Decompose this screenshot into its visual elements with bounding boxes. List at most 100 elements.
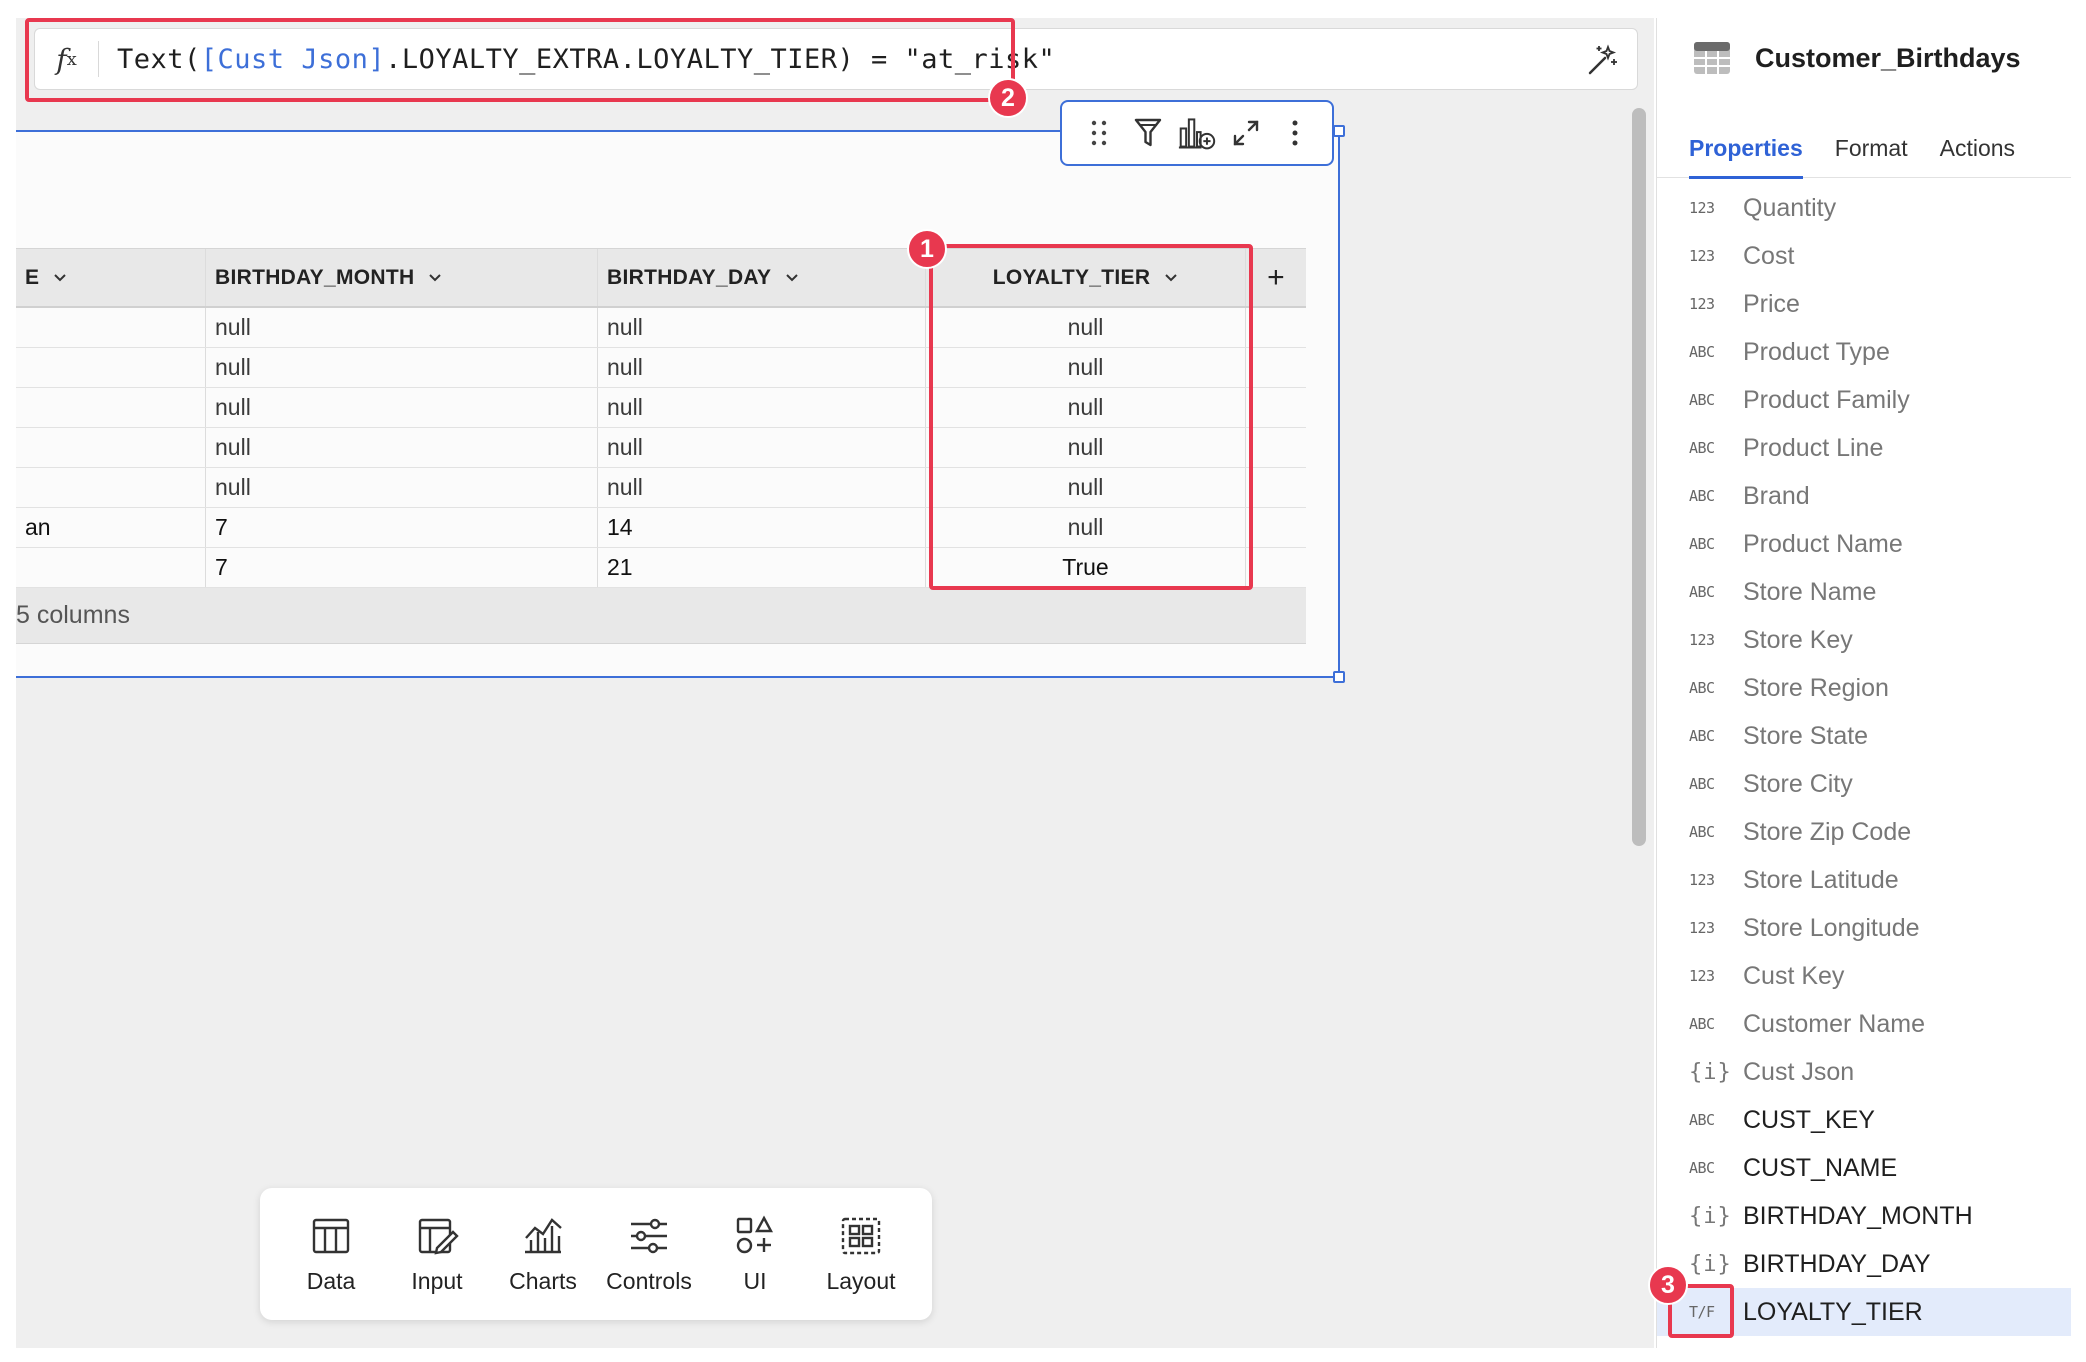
column-list-item[interactable]: ABC CUST_NAME xyxy=(1657,1144,2071,1192)
table-cell[interactable]: null xyxy=(598,468,926,507)
table-cell[interactable]: an xyxy=(16,508,206,547)
column-list-item[interactable]: 123 Store Latitude xyxy=(1657,856,2071,904)
add-chart-icon[interactable] xyxy=(1178,114,1216,152)
table-cell[interactable]: 21 xyxy=(598,548,926,587)
chevron-down-icon[interactable] xyxy=(785,273,799,283)
table-cell[interactable] xyxy=(1246,428,1306,467)
resize-handle-top-right[interactable] xyxy=(1333,125,1345,137)
column-header-loyalty-tier[interactable]: LOYALTY_TIER xyxy=(926,249,1246,306)
tab-actions[interactable]: Actions xyxy=(1940,118,2015,178)
dock-item-input[interactable]: Input xyxy=(387,1214,487,1295)
column-list-item[interactable]: ABC CUST_KEY xyxy=(1657,1096,2071,1144)
expand-icon[interactable] xyxy=(1227,114,1265,152)
column-list-item[interactable]: 123 Cost xyxy=(1657,232,2071,280)
table-cell[interactable]: null xyxy=(598,308,926,347)
column-list-item[interactable]: ABC Product Line xyxy=(1657,424,2071,472)
formula-bar[interactable]: fx Text([Cust Json].LOYALTY_EXTRA.LOYALT… xyxy=(34,28,1638,90)
table-cell[interactable]: null xyxy=(206,348,598,387)
column-list-item[interactable]: ABC Store Region xyxy=(1657,664,2071,712)
table-cell[interactable]: null xyxy=(926,348,1246,387)
dock-item-charts[interactable]: Charts xyxy=(493,1214,593,1295)
column-list-item[interactable]: ABC Product Name xyxy=(1657,520,2071,568)
column-header-birthday-day[interactable]: BIRTHDAY_DAY xyxy=(598,249,926,306)
table-row[interactable]: null null null xyxy=(16,348,1306,388)
column-list-item[interactable]: 123 Price xyxy=(1657,280,2071,328)
column-header-birthday-month[interactable]: BIRTHDAY_MONTH xyxy=(206,249,598,306)
table-cell[interactable] xyxy=(16,428,206,467)
column-list-item[interactable]: 123 Store Longitude xyxy=(1657,904,2071,952)
column-list-item[interactable]: ABC Store City xyxy=(1657,760,2071,808)
magic-wand-icon[interactable] xyxy=(1585,43,1619,77)
table-row[interactable]: 7 21 True xyxy=(16,548,1306,588)
table-cell[interactable] xyxy=(16,548,206,587)
column-list-item[interactable]: {i} Cust Json xyxy=(1657,1048,2071,1096)
formula-input[interactable]: Text([Cust Json].LOYALTY_EXTRA.LOYALTY_T… xyxy=(117,44,1055,75)
table-cell[interactable]: null xyxy=(206,468,598,507)
column-list-item[interactable]: 123 Store Key xyxy=(1657,616,2071,664)
table-cell[interactable]: 7 xyxy=(206,508,598,547)
table-row[interactable]: null null null xyxy=(16,428,1306,468)
table-cell[interactable]: null xyxy=(926,388,1246,427)
drag-handle-icon[interactable] xyxy=(1080,114,1118,152)
table-cell[interactable]: True xyxy=(926,548,1246,587)
column-list-item[interactable]: ABC Store Name xyxy=(1657,568,2071,616)
column-list-item[interactable]: ABC Product Type xyxy=(1657,328,2071,376)
canvas-scrollbar-thumb[interactable] xyxy=(1632,108,1646,846)
tab-format[interactable]: Format xyxy=(1835,118,1908,178)
column-list-item[interactable]: T/F LOYALTY_TIER xyxy=(1657,1288,2071,1336)
table-cell[interactable] xyxy=(1246,348,1306,387)
column-list-item[interactable]: 123 Quantity xyxy=(1657,184,2071,232)
table-row[interactable]: null null null xyxy=(16,468,1306,508)
column-list-item[interactable]: ABC Store Zip Code xyxy=(1657,808,2071,856)
chevron-down-icon[interactable] xyxy=(428,273,442,283)
table-cell[interactable] xyxy=(1246,308,1306,347)
dock-item-data[interactable]: Data xyxy=(281,1214,381,1295)
table-cell[interactable]: null xyxy=(598,428,926,467)
column-list-item[interactable]: {i} BIRTHDAY_DAY xyxy=(1657,1240,2071,1288)
column-header[interactable]: E xyxy=(16,249,206,306)
table-cell[interactable]: null xyxy=(926,468,1246,507)
table-cell[interactable]: null xyxy=(926,308,1246,347)
table-row[interactable]: an 7 14 null xyxy=(16,508,1306,548)
filter-icon[interactable] xyxy=(1129,114,1167,152)
table-row[interactable]: null null null xyxy=(16,388,1306,428)
column-list-item[interactable]: ABC Store State xyxy=(1657,712,2071,760)
column-list-item[interactable]: ABC Customer Name xyxy=(1657,1000,2071,1048)
dock-item-ui[interactable]: UI xyxy=(705,1214,805,1295)
table-cell[interactable]: null xyxy=(598,388,926,427)
table-cell[interactable]: null xyxy=(598,348,926,387)
table-cell[interactable]: null xyxy=(926,428,1246,467)
resize-handle-bottom-right[interactable] xyxy=(1333,671,1345,683)
table-cell[interactable] xyxy=(1246,388,1306,427)
table-cell[interactable]: 14 xyxy=(598,508,926,547)
add-column-button[interactable]: + xyxy=(1246,249,1306,306)
column-type-badge: {i} xyxy=(1689,1203,1732,1229)
column-list-item[interactable]: ABC Brand xyxy=(1657,472,2071,520)
column-list-item[interactable]: ABC Product Family xyxy=(1657,376,2071,424)
table-cell[interactable] xyxy=(16,308,206,347)
table-cell[interactable]: null xyxy=(206,308,598,347)
table-cell[interactable]: null xyxy=(206,388,598,427)
tab-properties[interactable]: Properties xyxy=(1689,118,1803,179)
table-cell[interactable]: null xyxy=(926,508,1246,547)
chevron-down-icon[interactable] xyxy=(1164,273,1178,283)
table-cell[interactable] xyxy=(16,388,206,427)
table-cell[interactable] xyxy=(1246,468,1306,507)
table-cell[interactable]: null xyxy=(206,428,598,467)
table-cell[interactable] xyxy=(16,348,206,387)
table-cell[interactable] xyxy=(16,468,206,507)
table-cell[interactable]: 7 xyxy=(206,548,598,587)
column-name: Product Line xyxy=(1743,433,1884,462)
column-list-item[interactable]: {i} BIRTHDAY_MONTH xyxy=(1657,1192,2071,1240)
more-options-icon[interactable] xyxy=(1276,114,1314,152)
dock-item-layout[interactable]: Layout xyxy=(811,1214,911,1295)
table-cell[interactable] xyxy=(1246,548,1306,587)
column-list-item[interactable]: 123 Cust Key xyxy=(1657,952,2071,1000)
chevron-down-icon[interactable] xyxy=(53,273,67,283)
column-type-badge: {i} xyxy=(1689,1059,1732,1085)
column-type-badge: ABC xyxy=(1689,1159,1715,1177)
dock-item-controls[interactable]: Controls xyxy=(599,1214,699,1295)
column-name: CUST_NAME xyxy=(1743,1153,1898,1182)
table-row[interactable]: null null null xyxy=(16,308,1306,348)
table-cell[interactable] xyxy=(1246,508,1306,547)
